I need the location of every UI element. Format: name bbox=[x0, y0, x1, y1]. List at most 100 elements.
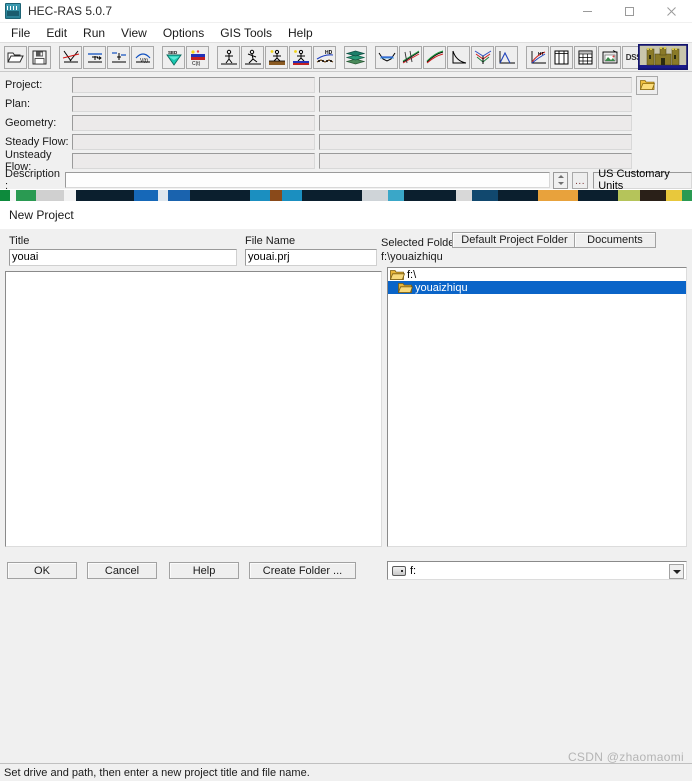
folder-tree-item-selected[interactable]: youaizhiqu bbox=[388, 281, 686, 294]
close-icon[interactable] bbox=[650, 0, 692, 22]
folder-tree-pane[interactable]: f:\ youaizhiqu bbox=[387, 267, 687, 547]
hydraulic-design-icon[interactable]: HD bbox=[313, 45, 336, 69]
steady-flow-value-right bbox=[319, 134, 632, 150]
unsteady-flow-data-icon[interactable] bbox=[107, 45, 130, 69]
toolbar-separator bbox=[368, 46, 375, 69]
main-toolbar: V(t) SED C(t) HD HT DSS bbox=[0, 42, 692, 72]
project-label: Project: bbox=[5, 79, 43, 91]
unsteady-flow-field-row: Unsteady Flow: bbox=[0, 149, 692, 173]
unsteady-flow-analysis-icon[interactable] bbox=[241, 45, 264, 69]
plan-label: Plan: bbox=[5, 98, 31, 110]
title-input[interactable]: youai bbox=[9, 249, 237, 266]
plan-value-right bbox=[319, 96, 632, 112]
ras-mapper-icon[interactable] bbox=[344, 45, 367, 69]
view-picture-icon[interactable] bbox=[598, 45, 621, 69]
geometry-value-right bbox=[319, 115, 632, 131]
quasi-unsteady-flow-icon[interactable]: V(t) bbox=[131, 45, 154, 69]
folder-icon bbox=[397, 282, 414, 294]
description-input[interactable] bbox=[64, 172, 551, 188]
status-text: Set drive and path, then enter a new pro… bbox=[4, 766, 310, 779]
hec-ras-icon bbox=[5, 3, 21, 19]
summary-errors-table-icon[interactable] bbox=[574, 45, 597, 69]
profile-summary-table-icon[interactable] bbox=[550, 45, 573, 69]
toolbar-separator bbox=[519, 46, 526, 69]
save-disk-icon[interactable] bbox=[28, 45, 51, 69]
svg-text:C(t): C(t) bbox=[192, 61, 201, 66]
folder-tree-item-label: youaizhiqu bbox=[415, 281, 468, 294]
rating-curve-icon[interactable] bbox=[447, 45, 470, 69]
create-folder-button[interactable]: Create Folder ... bbox=[249, 562, 356, 579]
filename-input[interactable]: youai.prj bbox=[245, 249, 377, 266]
menu-item-gis-tools[interactable]: GIS Tools bbox=[212, 25, 280, 41]
dialog-title: New Project bbox=[9, 208, 74, 222]
plan-value-left bbox=[72, 96, 315, 112]
cross-section-plot-icon[interactable] bbox=[375, 45, 398, 69]
chevron-down-icon[interactable] bbox=[669, 564, 684, 579]
watermark-text: CSDN @zhaomaomi bbox=[567, 750, 684, 764]
description-label: Description : bbox=[5, 168, 61, 192]
menu-item-view[interactable]: View bbox=[113, 25, 155, 41]
project-value-right bbox=[319, 77, 632, 93]
minimize-icon[interactable] bbox=[566, 0, 608, 22]
menu-item-edit[interactable]: Edit bbox=[38, 25, 75, 41]
water-quality-data-icon[interactable]: C(t) bbox=[186, 45, 209, 69]
sediment-data-icon[interactable]: SED bbox=[162, 45, 185, 69]
menu-item-run[interactable]: Run bbox=[75, 25, 113, 41]
hydrograph-plot-icon[interactable] bbox=[495, 45, 518, 69]
selected-folder-label: Selected Folder bbox=[381, 237, 459, 249]
usace-castle-logo bbox=[638, 44, 688, 70]
steady-flow-analysis-icon[interactable] bbox=[217, 45, 240, 69]
geometry-value-left bbox=[72, 115, 315, 131]
spinner-updown-icon[interactable] bbox=[553, 171, 568, 189]
detailed-output-table-icon[interactable]: HT bbox=[526, 45, 549, 69]
sediment-transport-analysis-icon[interactable] bbox=[265, 45, 288, 69]
menu-item-options[interactable]: Options bbox=[155, 25, 212, 41]
steady-flow-data-icon[interactable] bbox=[83, 45, 106, 69]
open-folder-icon[interactable] bbox=[4, 45, 27, 69]
folder-open-icon bbox=[389, 269, 406, 281]
steady-flow-value-left bbox=[72, 134, 315, 150]
folder-tree-item-root[interactable]: f:\ bbox=[388, 268, 686, 281]
project-field-row: Project: bbox=[0, 75, 692, 95]
unsteady-flow-value-right bbox=[319, 153, 632, 169]
toolbar-separator bbox=[155, 46, 162, 69]
drive-icon bbox=[392, 565, 406, 576]
unsteady-flow-value-left bbox=[72, 153, 315, 169]
water-quality-analysis-icon[interactable] bbox=[289, 45, 312, 69]
geometric-data-icon[interactable] bbox=[59, 45, 82, 69]
documents-button[interactable]: Documents bbox=[574, 232, 656, 248]
maximize-icon[interactable] bbox=[608, 0, 650, 22]
status-bar: Set drive and path, then enter a new pro… bbox=[0, 763, 692, 781]
background-window-strip bbox=[0, 190, 692, 201]
selected-folder-path: f:\youaizhiqu bbox=[381, 251, 443, 263]
window-title: HEC-RAS 5.0.7 bbox=[28, 4, 113, 18]
new-project-dialog: New Project Title youai File Name youai.… bbox=[0, 201, 692, 781]
general-profile-plot-icon[interactable] bbox=[423, 45, 446, 69]
steady-flow-field-row: Steady Flow: bbox=[0, 133, 692, 151]
description-ellipsis-button[interactable]: ... bbox=[571, 171, 589, 189]
toolbar-separator bbox=[210, 46, 217, 69]
drive-selector[interactable]: f: bbox=[387, 561, 687, 580]
folder-tree-item-label: f:\ bbox=[407, 268, 417, 281]
filename-field-label: File Name bbox=[245, 235, 296, 247]
description-field-row: Description : ... US Customary Units bbox=[0, 168, 692, 192]
help-button[interactable]: Help bbox=[169, 562, 239, 579]
xyz-perspective-plot-icon[interactable] bbox=[471, 45, 494, 69]
file-list-pane[interactable] bbox=[5, 271, 382, 547]
cancel-button[interactable]: Cancel bbox=[87, 562, 157, 579]
menu-item-file[interactable]: File bbox=[7, 25, 38, 41]
window-title-bar: HEC-RAS 5.0.7 bbox=[0, 0, 692, 23]
project-value-left bbox=[72, 77, 315, 93]
geometry-label: Geometry: bbox=[5, 117, 57, 129]
geometry-field-row: Geometry: bbox=[0, 114, 692, 132]
steady-flow-label: Steady Flow: bbox=[5, 136, 69, 148]
toolbar-separator bbox=[337, 46, 344, 69]
menu-item-help[interactable]: Help bbox=[280, 25, 321, 41]
open-folder-icon[interactable] bbox=[636, 75, 658, 95]
default-project-folder-button[interactable]: Default Project Folder bbox=[452, 232, 577, 248]
title-field-label: Title bbox=[9, 235, 30, 247]
ok-button[interactable]: OK bbox=[7, 562, 77, 579]
svg-text:HT: HT bbox=[538, 51, 544, 56]
svg-text:V(t): V(t) bbox=[140, 58, 148, 64]
profile-plot-icon[interactable] bbox=[399, 45, 422, 69]
